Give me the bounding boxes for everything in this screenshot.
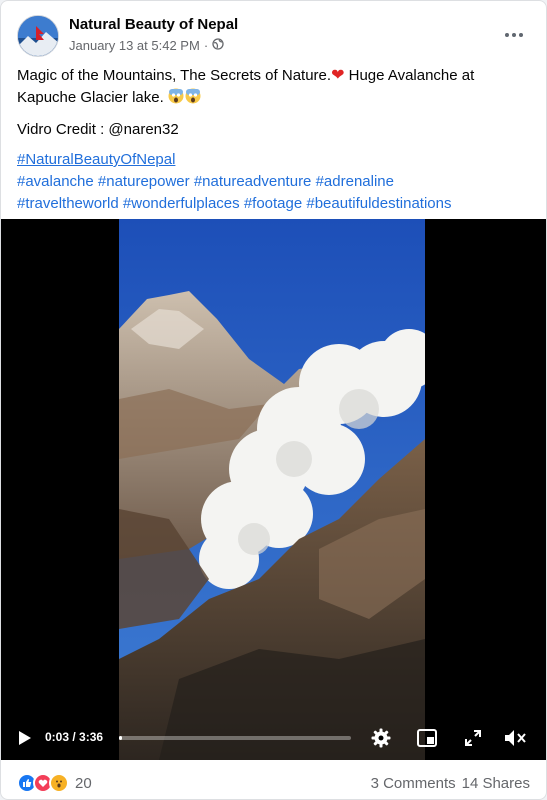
video-time: 0:03 / 3:36 xyxy=(45,730,104,744)
post-timestamp[interactable]: January 13 at 5:42 PM xyxy=(69,38,200,53)
settings-button[interactable] xyxy=(369,716,393,760)
post-meta: January 13 at 5:42 PM · xyxy=(69,38,224,53)
message-text: Magic of the Mountains, The Secrets of N… xyxy=(17,67,332,84)
hashtag-link[interactable]: #avalanche xyxy=(17,173,94,190)
page-name-link[interactable]: Natural Beauty of Nepal xyxy=(69,16,238,33)
video-credit: Vidro Credit : @naren32 xyxy=(17,121,179,138)
expand-icon xyxy=(465,730,481,746)
hashtag-main-line: #NaturalBeautyOfNepal xyxy=(17,149,526,171)
shares-count-link[interactable]: 14 Shares xyxy=(462,775,530,792)
hashtag-link[interactable]: #adrenaline xyxy=(316,173,394,190)
play-icon xyxy=(19,731,31,745)
more-options-button[interactable] xyxy=(498,23,530,47)
heart-emoji-icon: ❤ xyxy=(331,67,345,84)
more-dot-icon xyxy=(512,33,516,37)
fullscreen-button[interactable] xyxy=(461,716,485,760)
video-player[interactable]: 0:03 / 3:36 xyxy=(1,219,546,760)
engagement-stats: 3 Comments 14 Shares xyxy=(371,775,530,792)
pip-button[interactable] xyxy=(415,716,439,760)
picture-in-picture-icon xyxy=(417,729,437,747)
more-dot-icon xyxy=(505,33,509,37)
post-message-line: Magic of the Mountains, The Secrets of N… xyxy=(17,65,526,111)
hashtag-link[interactable]: #traveltheworld xyxy=(17,195,119,212)
hashtag-link[interactable]: #wonderfulplaces xyxy=(123,195,240,212)
mute-button[interactable] xyxy=(501,716,529,760)
hashtag-link[interactable]: #natureadventure xyxy=(194,173,312,190)
comments-count-link[interactable]: 3 Comments xyxy=(371,775,456,792)
scream-emoji-icon xyxy=(168,88,202,111)
video-progress-fill xyxy=(119,736,123,740)
hashtag-line: #traveltheworld #wonderfulplaces #footag… xyxy=(17,193,526,215)
wow-reaction-icon xyxy=(49,773,69,793)
meta-separator: · xyxy=(203,38,209,53)
post-card: Natural Beauty of Nepal January 13 at 5:… xyxy=(0,0,547,800)
video-controls: 0:03 / 3:36 xyxy=(1,716,546,760)
play-button[interactable] xyxy=(13,716,37,760)
more-dot-icon xyxy=(519,33,523,37)
hashtag-link[interactable]: #NaturalBeautyOfNepal xyxy=(17,151,175,168)
post-footer: 20 3 Comments 14 Shares xyxy=(17,769,530,797)
reactions-summary[interactable]: 20 xyxy=(17,773,92,793)
hashtag-link[interactable]: #footage xyxy=(244,195,302,212)
video-progress-bar[interactable] xyxy=(119,736,351,740)
hashtag-link[interactable]: #naturepower xyxy=(98,173,190,190)
gear-icon xyxy=(371,728,391,748)
post-header: Natural Beauty of Nepal January 13 at 5:… xyxy=(17,13,530,57)
hashtag-line: #avalanche #naturepower #natureadventure… xyxy=(17,171,526,193)
volume-muted-icon xyxy=(505,730,526,746)
hashtag-link[interactable]: #beautifuldestinations xyxy=(306,195,451,212)
reaction-count: 20 xyxy=(75,774,92,792)
post-message: Magic of the Mountains, The Secrets of N… xyxy=(17,65,526,215)
video-frame[interactable] xyxy=(119,219,425,760)
globe-icon xyxy=(212,38,224,53)
page-avatar[interactable] xyxy=(17,15,59,57)
